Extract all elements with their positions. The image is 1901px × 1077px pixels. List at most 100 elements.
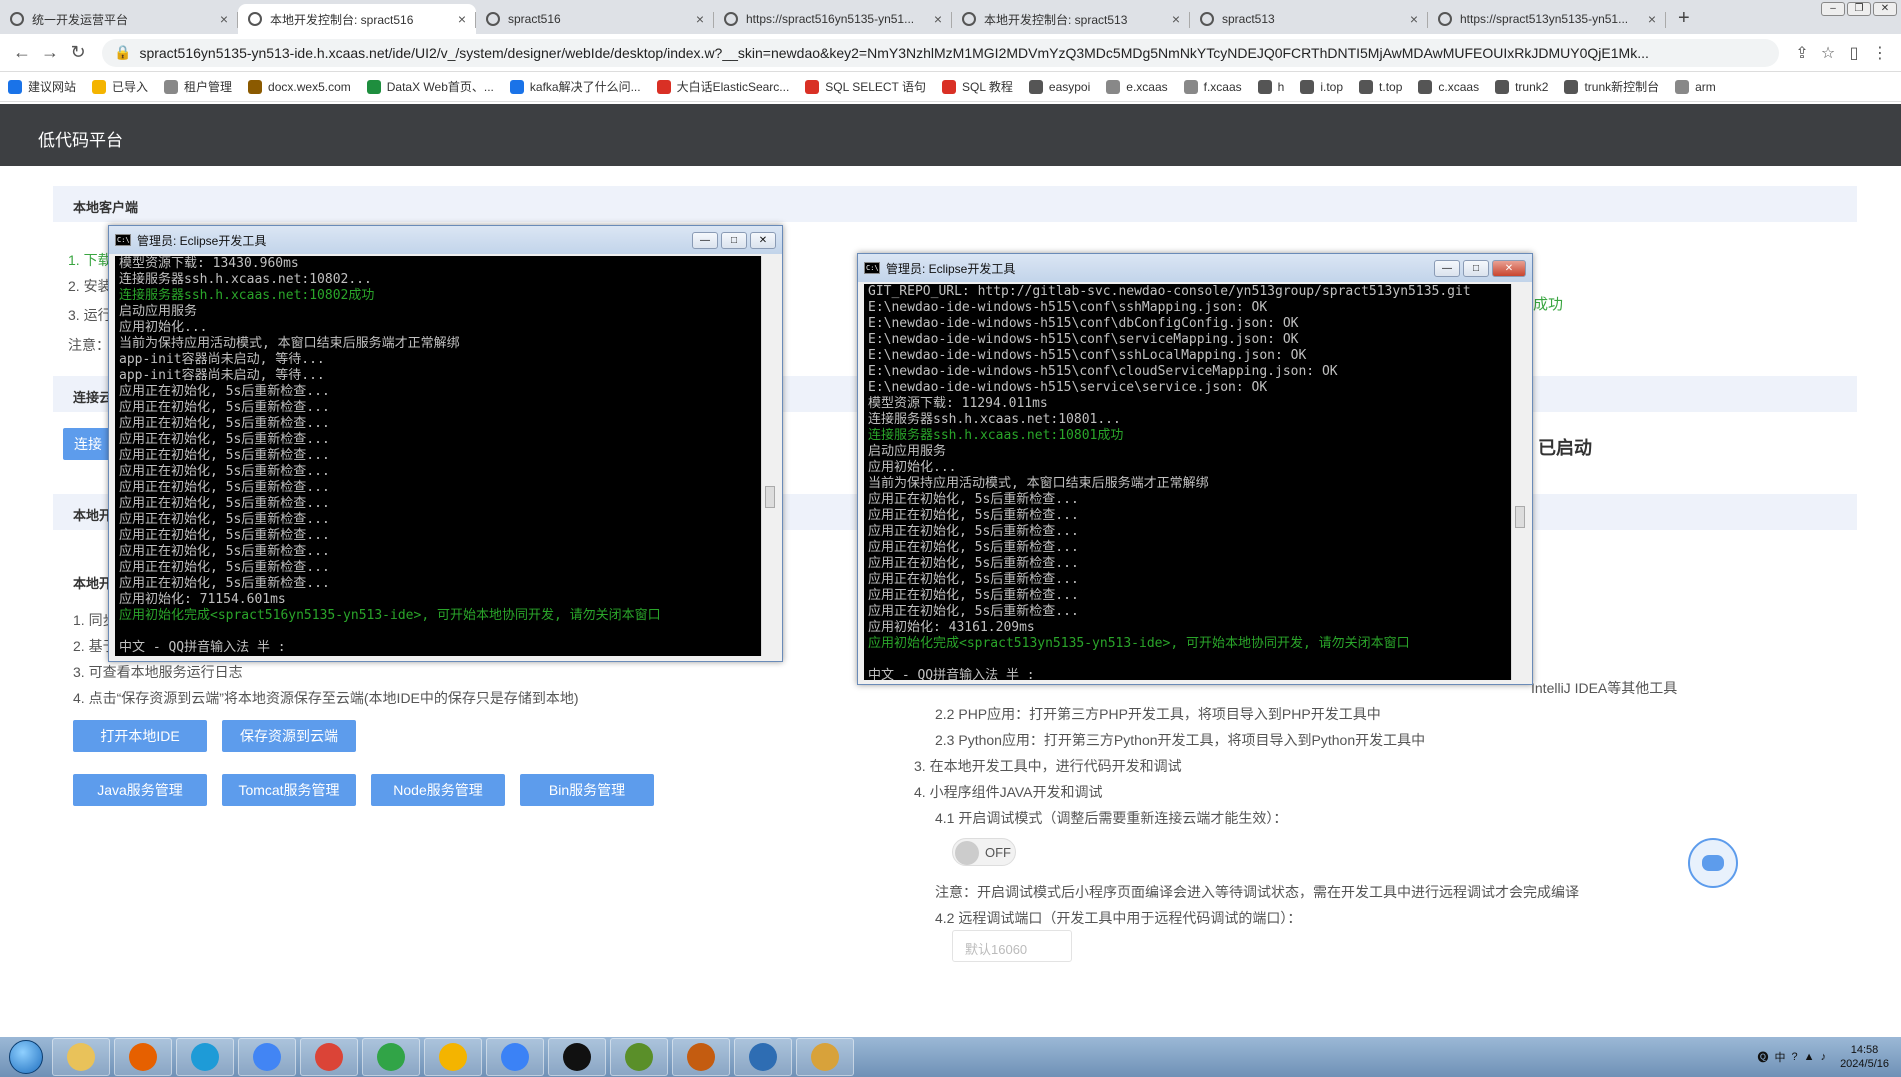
debug-port-input[interactable]: 默认16060	[952, 930, 1072, 962]
bookmark-item[interactable]: c.xcaas	[1418, 79, 1480, 94]
console-line: 连接服务器ssh.h.xcaas.net:10802...	[119, 272, 372, 287]
taskbar-app-button[interactable]	[486, 1038, 544, 1076]
bookmark-item[interactable]: 建议网站	[8, 78, 76, 95]
ime-icon[interactable]: 🅠	[1758, 1049, 1769, 1065]
bookmark-item[interactable]: h	[1257, 79, 1284, 94]
bookmark-item[interactable]: arm	[1675, 79, 1716, 94]
taskbar-app-button[interactable]	[796, 1038, 854, 1076]
new-tab-button[interactable]: +	[1666, 7, 1702, 34]
start-button[interactable]	[0, 1037, 52, 1077]
back-icon[interactable]: ←	[8, 42, 36, 63]
console-output: GIT_REPO_URL: http://gitlab-svc.newdao-c…	[864, 284, 1511, 680]
console-window-2[interactable]: C:\ 管理员: Eclipse开发工具 — □ ✕ GIT_REPO_URL:…	[857, 253, 1533, 685]
bookmark-item[interactable]: t.top	[1359, 79, 1402, 94]
bookmark-item[interactable]: kafka解决了什么问...	[509, 78, 641, 95]
java-service-button[interactable]: Java服务管理	[73, 774, 207, 806]
close-tab-icon[interactable]: ×	[1172, 11, 1180, 27]
taskbar-app-button[interactable]	[672, 1038, 730, 1076]
taskbar-app-button[interactable]	[52, 1038, 110, 1076]
console-line: E:\newdao-ide-windows-h515\service\servi…	[868, 380, 1268, 395]
browser-tab[interactable]: https://spract516yn5135-yn51... ×	[714, 4, 952, 34]
bookmark-item[interactable]: SQL 教程	[942, 78, 1013, 95]
close-button[interactable]: ✕	[1492, 259, 1526, 277]
url-bar[interactable]: 🔒 spract516yn5135-yn513-ide.h.xcaas.net/…	[102, 38, 1779, 67]
reload-icon[interactable]: ↻	[64, 42, 92, 63]
maximize-button[interactable]: □	[721, 231, 747, 249]
taskbar-app-button[interactable]	[424, 1038, 482, 1076]
browser-tab[interactable]: 本地开发控制台: spract513 ×	[952, 4, 1190, 34]
taskbar-app-button[interactable]	[300, 1038, 358, 1076]
console-line: 应用初始化...	[119, 320, 208, 335]
bookmark-label: c.xcaas	[1438, 79, 1480, 94]
ime-lang[interactable]: 中	[1775, 1049, 1786, 1065]
browser-tab[interactable]: https://spract513yn5135-yn51... ×	[1428, 4, 1666, 34]
scroll-thumb[interactable]	[765, 486, 775, 508]
close-tab-icon[interactable]: ×	[458, 11, 466, 27]
help-icon[interactable]: ?	[1792, 1051, 1798, 1063]
bookmark-item[interactable]: docx.wex5.com	[248, 79, 351, 94]
bookmark-item[interactable]: 租户管理	[164, 78, 232, 95]
taskbar-app-button[interactable]	[734, 1038, 792, 1076]
close-tab-icon[interactable]: ×	[1648, 11, 1656, 27]
console-scrollbar[interactable]	[1511, 284, 1528, 680]
minimize-button[interactable]: —	[692, 231, 718, 249]
taskbar-app-button[interactable]	[176, 1038, 234, 1076]
clock[interactable]: 14:58 2024/5/16	[1840, 1043, 1889, 1071]
bookmark-item[interactable]: trunk新控制台	[1564, 78, 1659, 95]
browser-tab[interactable]: 统一开发运营平台 ×	[0, 4, 238, 34]
close-tab-icon[interactable]: ×	[934, 11, 942, 27]
console-scrollbar[interactable]	[761, 256, 778, 656]
lock-icon[interactable]: 🔒	[114, 44, 131, 61]
close-tab-icon[interactable]: ×	[1410, 11, 1418, 27]
bookmark-favicon-icon	[1300, 79, 1315, 94]
close-tab-icon[interactable]: ×	[696, 11, 704, 27]
chrome-alt-icon	[439, 1043, 467, 1071]
console-title-bar[interactable]: C:\ 管理员: Eclipse开发工具 — □ ✕	[109, 226, 782, 254]
taskbar-app-button[interactable]	[238, 1038, 296, 1076]
restore-icon[interactable]: ❐	[1847, 2, 1871, 16]
debug-mode-toggle[interactable]: OFF	[952, 838, 1016, 866]
taskbar-app-button[interactable]	[548, 1038, 606, 1076]
step-download[interactable]: 1. 下载	[68, 250, 112, 270]
bookmark-label: SQL 教程	[962, 80, 1013, 94]
close-icon[interactable]: ✕	[1873, 2, 1897, 16]
console-title-bar[interactable]: C:\ 管理员: Eclipse开发工具 — □ ✕	[858, 254, 1532, 282]
taskbar-app-button[interactable]	[610, 1038, 668, 1076]
volume-icon[interactable]: ♪	[1821, 1051, 1827, 1063]
scroll-thumb[interactable]	[1515, 506, 1525, 528]
taskbar-app-button[interactable]	[362, 1038, 420, 1076]
assistant-robot-icon[interactable]	[1688, 838, 1738, 888]
connect-button[interactable]: 连接	[63, 428, 113, 460]
network-icon[interactable]: ▲	[1804, 1051, 1815, 1063]
bookmark-item[interactable]: i.top	[1300, 79, 1343, 94]
minimize-button[interactable]: —	[1434, 259, 1460, 277]
tomcat-service-button[interactable]: Tomcat服务管理	[222, 774, 356, 806]
node-service-button[interactable]: Node服务管理	[371, 774, 505, 806]
sidebar-icon[interactable]: ▯	[1841, 43, 1867, 63]
maximize-button[interactable]: □	[1463, 259, 1489, 277]
browser-tab[interactable]: spract513 ×	[1190, 4, 1428, 34]
console-window-1[interactable]: C:\ 管理员: Eclipse开发工具 — □ ✕ 模型资源下载: 13430…	[108, 225, 783, 662]
bookmark-item[interactable]: 已导入	[92, 78, 148, 95]
minimize-icon[interactable]: –	[1821, 2, 1845, 16]
browser-tab[interactable]: 本地开发控制台: spract516 ×	[238, 4, 476, 34]
bookmark-item[interactable]: easypoi	[1028, 79, 1090, 94]
bookmark-item[interactable]: SQL SELECT 语句	[805, 78, 926, 95]
local-sub-title: 本地开	[73, 576, 113, 591]
bookmark-star-icon[interactable]: ☆	[1815, 43, 1841, 63]
bookmark-item[interactable]: e.xcaas	[1106, 79, 1168, 94]
menu-icon[interactable]: ⋮	[1867, 43, 1893, 63]
browser-tab[interactable]: spract516 ×	[476, 4, 714, 34]
share-icon[interactable]: ⇪	[1789, 43, 1815, 63]
close-tab-icon[interactable]: ×	[220, 11, 228, 27]
bookmark-item[interactable]: DataX Web首页、...	[366, 78, 494, 95]
close-button[interactable]: ✕	[750, 231, 776, 249]
open-local-ide-button[interactable]: 打开本地IDE	[73, 720, 207, 752]
bookmark-item[interactable]: f.xcaas	[1183, 79, 1242, 94]
taskbar-app-button[interactable]	[114, 1038, 172, 1076]
save-to-cloud-button[interactable]: 保存资源到云端	[222, 720, 356, 752]
bookmark-item[interactable]: trunk2	[1495, 79, 1548, 94]
forward-icon[interactable]: →	[36, 42, 64, 63]
bin-service-button[interactable]: Bin服务管理	[520, 774, 654, 806]
bookmark-item[interactable]: 大白话ElasticSearc...	[656, 78, 789, 95]
